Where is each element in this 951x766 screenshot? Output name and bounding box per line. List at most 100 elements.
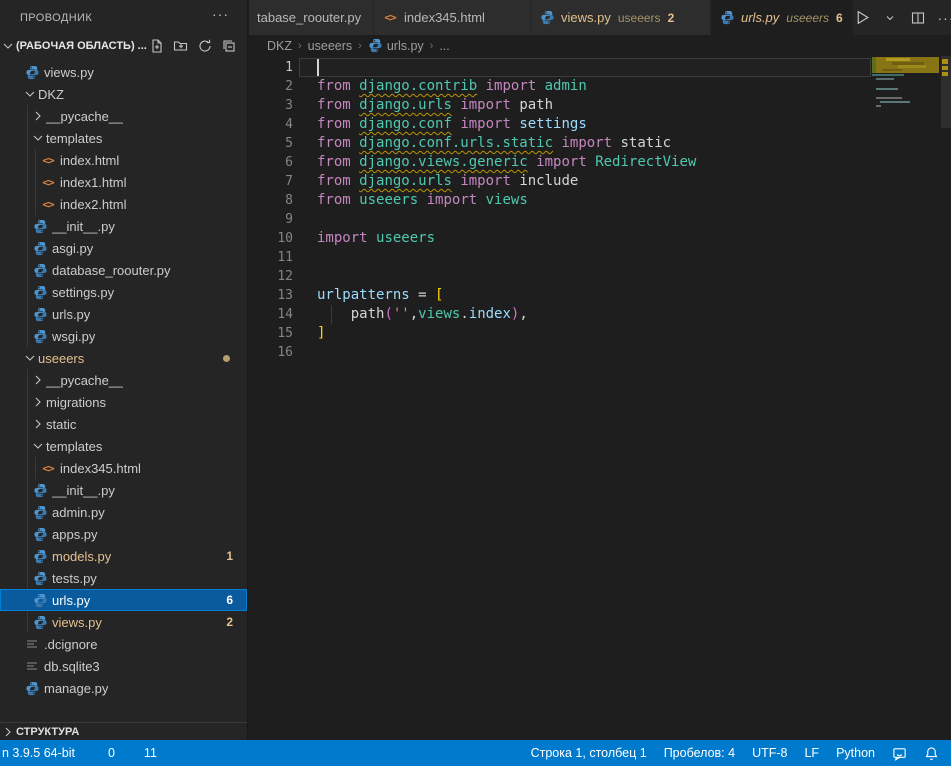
tree-file-apps-py[interactable]: apps.py [0, 523, 247, 545]
chevron-down-icon [0, 38, 16, 54]
modified-dot-icon [223, 355, 230, 362]
status-item[interactable]: Пробелов: 4 [664, 746, 735, 760]
tab-tabase-roouter-py[interactable]: tabase_roouter.py [249, 0, 374, 35]
tree-item-label: db.sqlite3 [44, 659, 100, 674]
code-line-5[interactable]: 5from django.conf.urls.static import sta… [249, 134, 951, 153]
status-feedback-icon[interactable] [892, 746, 907, 761]
code-editor[interactable]: 12from django.contrib import admin3from … [249, 56, 951, 740]
code-line-4[interactable]: 4from django.conf import settings [249, 115, 951, 134]
workspace-section-header[interactable]: (РАБОЧАЯ ОБЛАСТЬ) ... [0, 35, 247, 57]
run-button[interactable] [853, 9, 871, 27]
status-bar-left: n 3.9.5 64-bit 0 11 [0, 746, 157, 761]
tree-file-asgi-py[interactable]: asgi.py [0, 237, 247, 259]
tree-item-label: settings.py [52, 285, 114, 300]
breadcrumb-item[interactable]: DKZ [267, 39, 292, 53]
tree-folder-static[interactable]: static [0, 413, 247, 435]
status-bell-icon[interactable] [924, 746, 939, 761]
tree-file-urls-py[interactable]: urls.py [0, 303, 247, 325]
warning-icon [125, 746, 140, 761]
tab-label: urls.py [741, 10, 779, 25]
tree-file-admin-py[interactable]: admin.py [0, 501, 247, 523]
explorer-more-actions-icon[interactable]: ··· [212, 6, 229, 22]
python-icon [33, 483, 48, 498]
python-icon [33, 615, 48, 630]
code-line-3[interactable]: 3from django.urls import path [249, 96, 951, 115]
tree-file-settings-py[interactable]: settings.py [0, 281, 247, 303]
editor-area: tabase_roouter.py<>index345.htmlviews.py… [249, 0, 951, 740]
tree-file-models-py[interactable]: models.py1 [0, 545, 247, 567]
code-line-9[interactable]: 9 [249, 210, 951, 229]
python-interpreter-status[interactable]: n 3.9.5 64-bit [2, 746, 75, 760]
run-dropdown-button[interactable] [881, 9, 899, 27]
breadcrumb-item[interactable]: ... [439, 39, 449, 53]
refresh-button[interactable] [197, 38, 213, 54]
collapse-all-button[interactable] [221, 38, 237, 54]
tree-item-label: asgi.py [52, 241, 93, 256]
tree-file-index-html[interactable]: <>index.html [0, 149, 247, 171]
tree-folder--pycache-[interactable]: __pycache__ [0, 105, 247, 127]
code-line-12[interactable]: 12 [249, 267, 951, 286]
tree-file-wsgi-py[interactable]: wsgi.py [0, 325, 247, 347]
tab-urls-py[interactable]: urls.pyuseeers6✕ [711, 0, 853, 35]
editor-scrollbar[interactable] [941, 56, 951, 128]
code-line-10[interactable]: 10import useeers [249, 229, 951, 248]
code-line-6[interactable]: 6from django.views.generic import Redire… [249, 153, 951, 172]
tree-folder-migrations[interactable]: migrations [0, 391, 247, 413]
new-file-icon [149, 38, 165, 54]
code-line-11[interactable]: 11 [249, 248, 951, 267]
more-actions-button[interactable]: ··· [937, 9, 951, 27]
tree-file-views-py[interactable]: views.py [0, 61, 247, 83]
tree-folder-useeers[interactable]: useeers [0, 347, 247, 369]
minimap-bar [876, 97, 902, 99]
tree-item-label: __pycache__ [46, 373, 123, 388]
tree-file-db-sqlite3[interactable]: db.sqlite3 [0, 655, 247, 677]
tree-file-urls-py[interactable]: urls.py6 [0, 589, 247, 611]
code-line-1[interactable]: 1 [249, 58, 951, 77]
minimap[interactable] [872, 56, 940, 118]
code-line-16[interactable]: 16 [249, 343, 951, 362]
breadcrumb-item[interactable]: useeers [308, 39, 352, 53]
tab-problems-badge: 6 [836, 11, 843, 25]
tree-file-database-roouter-py[interactable]: database_roouter.py [0, 259, 247, 281]
feedback-icon [892, 746, 907, 761]
tree-file-index2-html[interactable]: <>index2.html [0, 193, 247, 215]
tab-index345-html[interactable]: <>index345.html [374, 0, 531, 35]
code-line-14[interactable]: 14 path('',views.index), [249, 305, 951, 324]
tree-file-tests-py[interactable]: tests.py [0, 567, 247, 589]
breadcrumb[interactable]: DKZ›useeers›urls.py›... [249, 35, 951, 56]
python-icon [720, 10, 735, 25]
status-item[interactable]: LF [804, 746, 819, 760]
tree-folder--pycache-[interactable]: __pycache__ [0, 369, 247, 391]
python-icon [33, 241, 48, 256]
code-line-8[interactable]: 8from useeers import views [249, 191, 951, 210]
tab-label: views.py [561, 10, 611, 25]
tree-file-views-py[interactable]: views.py2 [0, 611, 247, 633]
tree-file--dcignore[interactable]: .dcignore [0, 633, 247, 655]
new-file-button[interactable] [149, 38, 165, 54]
bell-icon [924, 746, 939, 761]
tree-file-index1-html[interactable]: <>index1.html [0, 171, 247, 193]
split-editor-button[interactable] [909, 9, 927, 27]
tab-views-py[interactable]: views.pyuseeers2 [531, 0, 711, 35]
tree-file-manage-py[interactable]: manage.py [0, 677, 247, 696]
problems-badge: 1 [226, 549, 233, 563]
code-line-7[interactable]: 7from django.urls import include [249, 172, 951, 191]
tree-file--init-py[interactable]: __init__.py [0, 215, 247, 237]
problems-status[interactable]: 0 11 [89, 746, 157, 761]
code-line-13[interactable]: 13urlpatterns = [ [249, 286, 951, 305]
breadcrumb-item[interactable]: urls.py [387, 39, 424, 53]
tree-item-label: __init__.py [52, 219, 115, 234]
tree-folder-dkz[interactable]: DKZ [0, 83, 247, 105]
tree-folder-templates[interactable]: templates [0, 127, 247, 149]
code-line-2[interactable]: 2from django.contrib import admin [249, 77, 951, 96]
outline-section-header[interactable]: СТРУКТУРА [0, 722, 247, 740]
status-item[interactable]: UTF-8 [752, 746, 787, 760]
tree-file--init-py[interactable]: __init__.py [0, 479, 247, 501]
status-item[interactable]: Python [836, 746, 875, 760]
new-folder-button[interactable] [173, 38, 189, 54]
line-number: 13 [249, 286, 293, 305]
code-line-15[interactable]: 15] [249, 324, 951, 343]
status-item[interactable]: Строка 1, столбец 1 [531, 746, 647, 760]
tree-folder-templates[interactable]: templates [0, 435, 247, 457]
tree-file-index345-html[interactable]: <>index345.html [0, 457, 247, 479]
